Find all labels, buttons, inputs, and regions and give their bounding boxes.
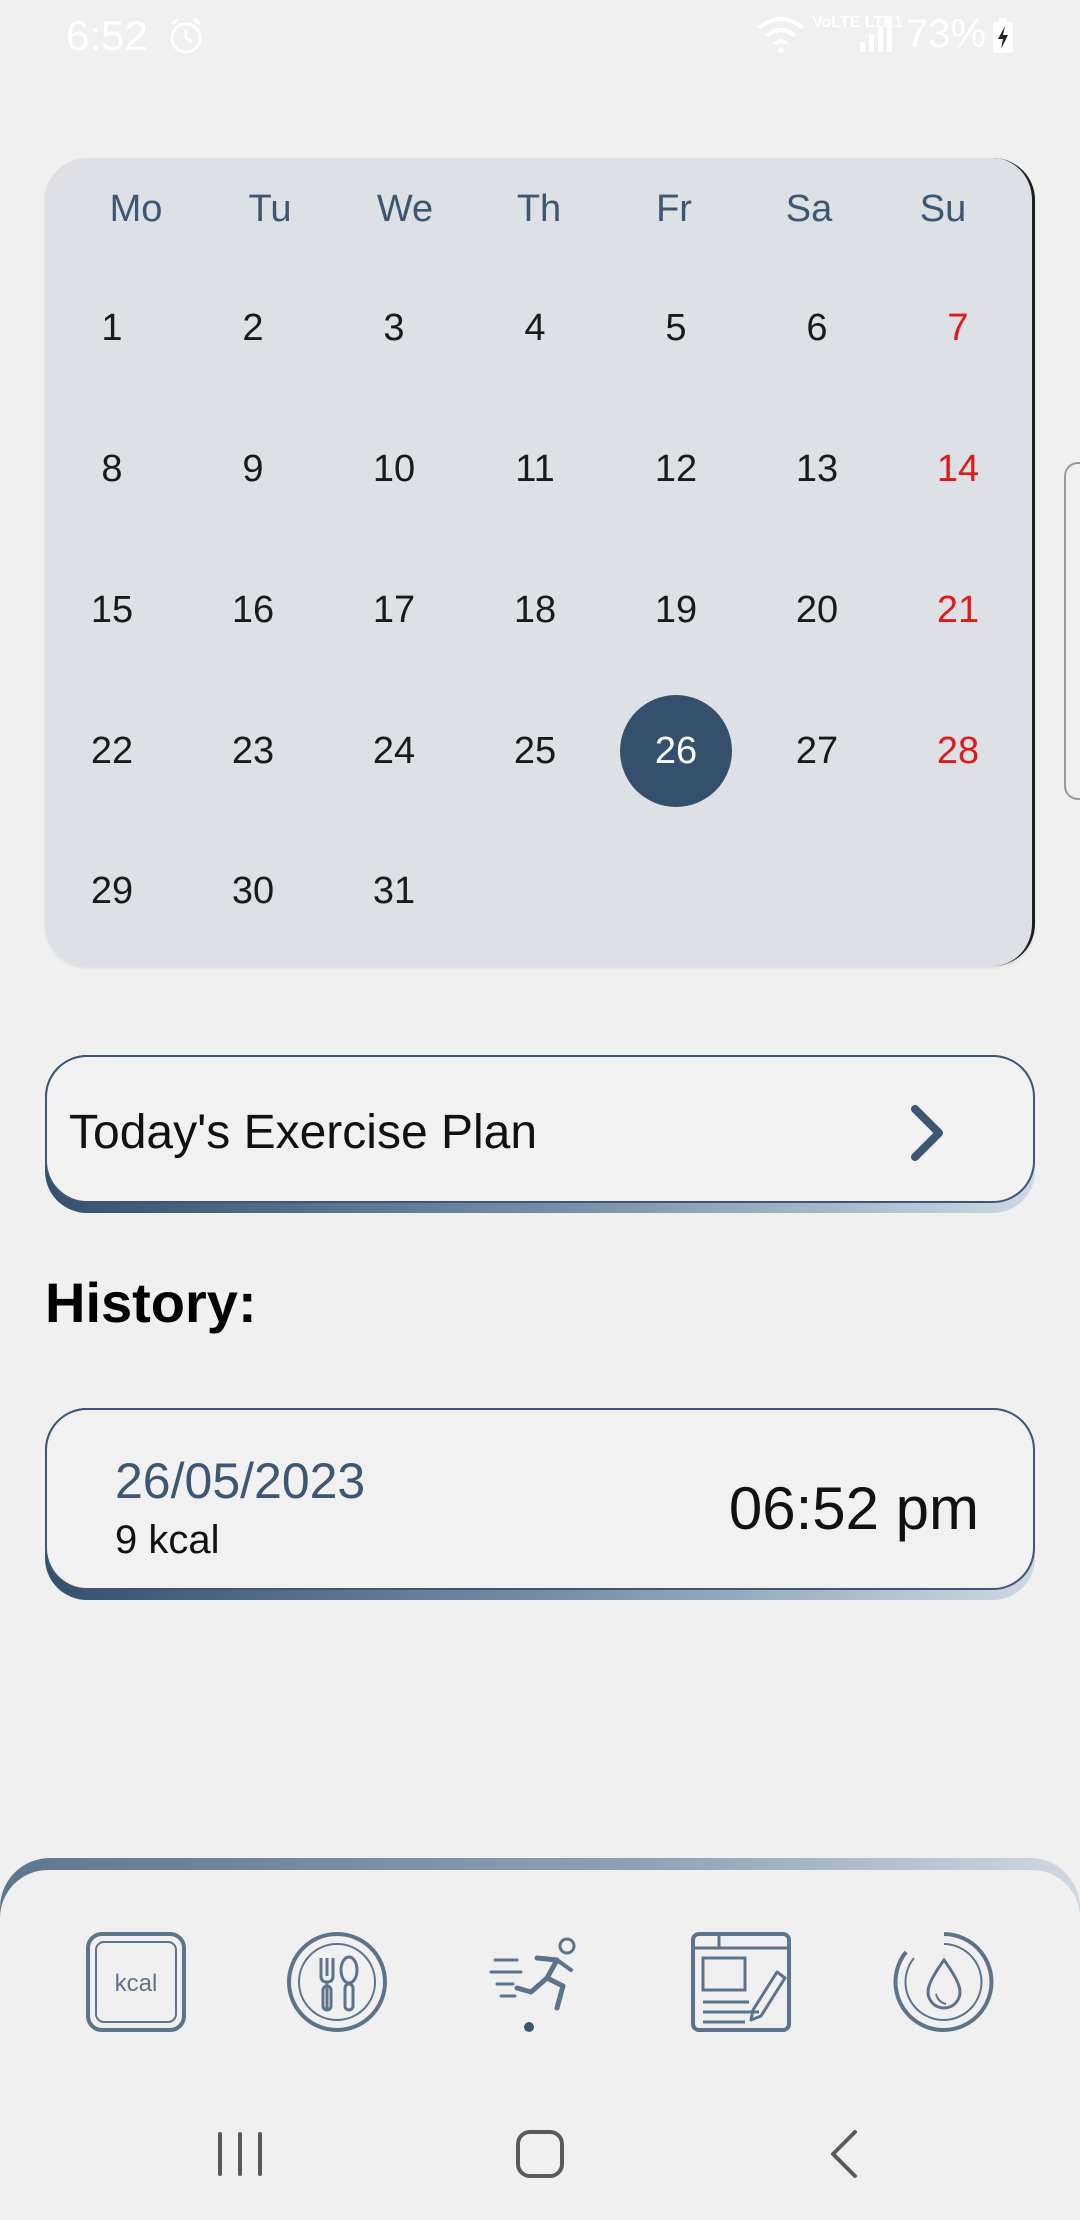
weekday-label: Sa [785, 188, 833, 230]
calendar-day[interactable]: 9 [197, 413, 309, 525]
history-entry-date: 26/05/2023 [115, 1453, 366, 1509]
status-time: 6:52 [66, 12, 148, 59]
calendar-day[interactable]: 19 [620, 554, 732, 666]
app-screen: 6:52 VoLTE LTE1 73% Mo Tu We Th Fr Sa Su 123 [0, 0, 1080, 2220]
weekday-label: Su [919, 188, 967, 230]
calendar-day-selected[interactable]: 26 [620, 695, 732, 807]
calendar-day[interactable]: 18 [479, 554, 591, 666]
tab-kcal[interactable]: kcal [84, 1930, 188, 2034]
chevron-right-icon[interactable] [899, 1103, 959, 1163]
calendar-day[interactable]: 31 [338, 835, 450, 947]
weekday-header-row: Mo Tu We Th Fr Sa Su [45, 188, 1032, 248]
calendar-day[interactable]: 23 [197, 695, 309, 807]
calendar-day[interactable]: 8 [56, 413, 168, 525]
calendar-day[interactable]: 6 [761, 272, 873, 384]
water-icon [893, 1932, 994, 2032]
history-entry-card[interactable]: 26/05/2023 9 kcal 06:52 pm [45, 1408, 1035, 1600]
calendar-day[interactable]: 1 [56, 272, 168, 384]
history-entry-time: 06:52 pm [728, 1475, 979, 1542]
calendar-day[interactable]: 21 [902, 554, 1014, 666]
calendar-day[interactable]: 16 [197, 554, 309, 666]
notes-icon [691, 1932, 791, 2032]
calendar-day[interactable]: 29 [56, 835, 168, 947]
alarm-icon [170, 17, 202, 54]
calendar-day[interactable]: 30 [197, 835, 309, 947]
calendar-day[interactable]: 13 [761, 413, 873, 525]
calendar-day[interactable]: 24 [338, 695, 450, 807]
kcal-icon: kcal [86, 1932, 186, 2032]
weekday-label: Mo [109, 188, 163, 230]
exercise-plan-label: Today's Exercise Plan [69, 1106, 538, 1159]
calendar-day[interactable]: 28 [902, 695, 1014, 807]
calendar-day[interactable]: 3 [338, 272, 450, 384]
exercise-plan-card-body[interactable]: Today's Exercise Plan [45, 1055, 1035, 1203]
weekday-label: We [376, 188, 434, 230]
tab-meal[interactable] [285, 1930, 389, 2034]
calendar-day[interactable]: 2 [197, 272, 309, 384]
calendar-day[interactable]: 4 [479, 272, 591, 384]
calendar-day[interactable]: 27 [761, 695, 873, 807]
recents-icon[interactable] [210, 2124, 270, 2184]
exercise-plan-card[interactable]: Today's Exercise Plan [45, 1055, 1035, 1213]
calendar-day[interactable]: 14 [902, 413, 1014, 525]
home-icon[interactable] [510, 2124, 570, 2184]
calendar-day[interactable]: 11 [479, 413, 591, 525]
system-nav-bar [0, 2086, 1080, 2220]
battery-charging-icon [993, 18, 1013, 53]
calendar-day[interactable]: 5 [620, 272, 732, 384]
calendar-day[interactable]: 20 [761, 554, 873, 666]
calendar-day[interactable]: 10 [338, 413, 450, 525]
weekday-label: Fr [656, 188, 692, 230]
weekday-label: Th [516, 188, 562, 230]
tab-notes[interactable] [689, 1930, 793, 2034]
kcal-icon-label: kcal [115, 1970, 158, 1997]
meal-icon [287, 1932, 387, 2032]
history-entry-body[interactable]: 26/05/2023 9 kcal 06:52 pm [45, 1408, 1035, 1590]
back-icon[interactable] [815, 2124, 875, 2184]
battery-percent: 73% [906, 12, 987, 56]
calendar-day[interactable]: 7 [902, 272, 1014, 384]
edge-panel-handle[interactable] [1064, 462, 1080, 800]
history-entry-kcal: 9 kcal [115, 1518, 220, 1562]
wifi-icon [757, 17, 805, 53]
history-title: History: [45, 1271, 257, 1334]
calendar-day[interactable]: 22 [56, 695, 168, 807]
tab-water[interactable] [892, 1930, 996, 2034]
calendar-day[interactable]: 15 [56, 554, 168, 666]
calendar-day[interactable]: 25 [479, 695, 591, 807]
bottom-tab-bar: kcal [0, 1858, 1080, 2086]
calendar-day[interactable]: 12 [620, 413, 732, 525]
calendar: Mo Tu We Th Fr Sa Su 1 2 3 4 5 6 7 8 9 10 11 12 13 14 15 16 17… [45, 158, 1035, 966]
status-bar: 6:52 VoLTE LTE1 73% [0, 0, 1080, 70]
tab-exercise[interactable] [487, 1930, 591, 2034]
signal-icon [860, 18, 892, 52]
weekday-label: Tu [248, 188, 292, 230]
calendar-day[interactable]: 17 [338, 554, 450, 666]
exercise-icon [489, 1937, 576, 2032]
bottom-tab-bar-body: kcal [0, 1870, 1080, 2086]
